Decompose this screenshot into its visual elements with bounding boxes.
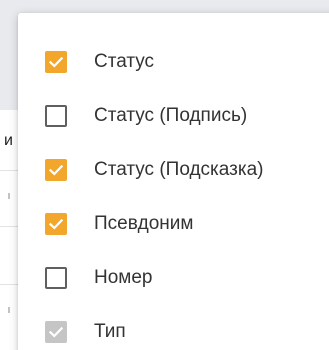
menu-item-label: Статус (Подпись) <box>94 105 248 126</box>
menu-item-status[interactable]: Статус <box>18 35 329 89</box>
menu-item-label: Статус (Подсказка) <box>94 159 264 180</box>
page: и Статус Статус (Подпись) Статус (Подска… <box>0 0 329 350</box>
background-column-header-fragment: и <box>4 132 13 149</box>
background-row-divider <box>0 284 18 285</box>
column-visibility-menu: Статус Статус (Подпись) Статус (Подсказк… <box>18 13 329 350</box>
menu-item-status-caption[interactable]: Статус (Подпись) <box>18 89 329 143</box>
menu-item-status-tooltip[interactable]: Статус (Подсказка) <box>18 143 329 197</box>
background-row-mark <box>8 307 10 313</box>
checkbox[interactable] <box>45 213 67 235</box>
check-icon <box>48 56 64 68</box>
menu-item-label: Тип <box>94 321 126 342</box>
menu-item-label: Статус <box>94 51 155 72</box>
menu-item-number[interactable]: Номер <box>18 251 329 305</box>
checkbox[interactable] <box>45 51 67 73</box>
check-icon <box>48 164 64 176</box>
menu-item-label: Номер <box>94 267 153 288</box>
check-icon <box>48 218 64 230</box>
menu-item-label: Псевдоним <box>94 213 194 234</box>
checkbox-disabled <box>45 321 67 343</box>
background-row-mark <box>8 193 10 199</box>
menu-item-alias[interactable]: Псевдоним <box>18 197 329 251</box>
menu-list: Статус Статус (Подпись) Статус (Подсказк… <box>18 35 329 350</box>
checkbox[interactable] <box>45 159 67 181</box>
background-row-divider <box>0 170 18 171</box>
background-row-divider <box>0 226 18 227</box>
checkbox[interactable] <box>45 267 67 289</box>
menu-item-type: Тип <box>18 305 329 350</box>
check-icon <box>48 326 64 338</box>
checkbox[interactable] <box>45 105 67 127</box>
